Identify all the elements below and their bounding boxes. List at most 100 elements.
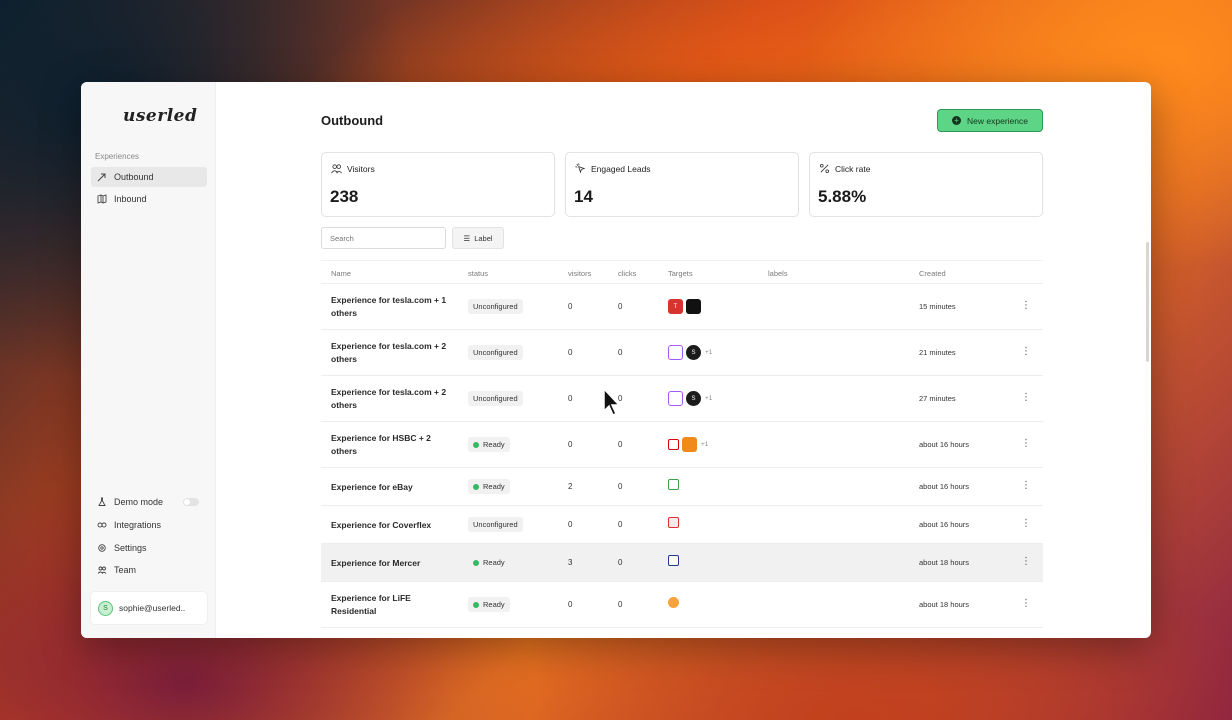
table-row[interactable]: Experience for tesla.com + 2 others Unco… xyxy=(321,330,1043,376)
row-menu-icon[interactable]: ⋮ xyxy=(1021,438,1031,449)
sidebar-item-label: Demo mode xyxy=(114,497,164,507)
sidebar-item-label: Inbound xyxy=(114,194,147,204)
visitors-count: 0 xyxy=(568,520,573,529)
row-menu-icon[interactable]: ⋮ xyxy=(1021,300,1031,311)
sidebar-item-integrations[interactable]: Integrations xyxy=(91,515,207,535)
target-logo-icon xyxy=(668,597,679,608)
created-time: about 16 hours xyxy=(919,440,970,449)
sidebar: userled Experiences Outbound Inbound Dem… xyxy=(81,82,216,638)
status-badge: Ready xyxy=(468,597,510,612)
sidebar-item-outbound[interactable]: Outbound xyxy=(91,167,207,187)
label-filter-button[interactable]: ☰ Label xyxy=(452,227,504,249)
ready-status-icon xyxy=(473,483,479,490)
stat-label: Click rate xyxy=(835,163,871,174)
column-header-clicks[interactable]: clicks xyxy=(618,269,636,278)
clicks-count: 0 xyxy=(618,482,623,491)
visitors-count: 0 xyxy=(568,348,573,357)
row-menu-icon[interactable]: ⋮ xyxy=(1021,346,1031,357)
experience-name[interactable]: Experience for Coverflex xyxy=(331,519,451,532)
target-logo-icon: S xyxy=(686,391,701,406)
stat-value: 5.88% xyxy=(818,187,867,206)
status-text: Unconfigured xyxy=(473,348,518,357)
status-text: Unconfigured xyxy=(473,520,518,529)
new-experience-button[interactable]: + New experience xyxy=(937,109,1043,132)
new-experience-label: New experience xyxy=(967,115,1028,126)
row-menu-icon[interactable]: ⋮ xyxy=(1021,598,1031,609)
table-header: Name status visitors clicks Targets labe… xyxy=(321,260,1043,284)
table-row[interactable]: Experience for eBay Ready 2 0 about 16 h… xyxy=(321,468,1043,506)
targets-list[interactable]: S +1 xyxy=(668,391,712,406)
targets-list[interactable]: +1 xyxy=(668,437,708,452)
table-row[interactable]: Experience for Mercer Ready 3 0 about 18… xyxy=(321,544,1043,582)
table-row[interactable]: Experience for tesla.com + 1 others Unco… xyxy=(321,284,1043,330)
mouse-cursor-icon xyxy=(603,388,621,417)
created-time: about 16 hours xyxy=(919,520,970,529)
userled-logo: userled xyxy=(123,106,198,126)
created-time: about 16 hours xyxy=(919,482,970,491)
target-logo-icon xyxy=(668,517,679,528)
status-badge: Unconfigured xyxy=(468,345,523,360)
sidebar-item-inbound[interactable]: Inbound xyxy=(91,189,207,209)
targets-list[interactable] xyxy=(668,555,683,566)
status-text: Unconfigured xyxy=(473,302,518,311)
column-header-targets[interactable]: Targets xyxy=(668,269,693,278)
target-logo-icon: S xyxy=(686,345,701,360)
sidebar-item-team[interactable]: Team xyxy=(91,560,207,580)
column-header-created[interactable]: Created xyxy=(919,269,946,278)
table-row[interactable]: Experience for tesla.com + 2 others Unco… xyxy=(321,376,1043,422)
experience-name[interactable]: Experience for eBay xyxy=(331,481,451,494)
table-row[interactable]: Experience for Coverflex Unconfigured 0 … xyxy=(321,506,1043,544)
table-row[interactable]: Experience for LiFE Residential Ready 0 … xyxy=(321,582,1043,628)
row-menu-icon[interactable]: ⋮ xyxy=(1021,518,1031,529)
avatar: S xyxy=(98,600,113,616)
table-row[interactable]: Experience for HSBC + 2 others Ready 0 0… xyxy=(321,422,1043,468)
target-logo-icon xyxy=(668,391,683,406)
stat-label: Visitors xyxy=(347,163,375,174)
column-header-status[interactable]: status xyxy=(468,269,488,278)
target-logo-icon: T xyxy=(668,299,683,314)
status-text: Ready xyxy=(483,600,505,609)
gear-icon xyxy=(98,544,106,552)
targets-list[interactable]: T xyxy=(668,299,705,314)
visitors-icon xyxy=(331,164,342,174)
column-header-name[interactable]: Name xyxy=(331,269,351,278)
status-badge: Ready xyxy=(468,437,510,452)
experience-name[interactable]: Experience for tesla.com + 2 others xyxy=(331,386,451,411)
demo-mode-toggle[interactable] xyxy=(183,498,199,506)
targets-list[interactable]: S +1 xyxy=(668,345,712,360)
row-menu-icon[interactable]: ⋮ xyxy=(1021,556,1031,567)
flask-icon xyxy=(98,497,106,506)
row-menu-icon[interactable]: ⋮ xyxy=(1021,392,1031,403)
more-targets-count: +1 xyxy=(705,395,713,402)
targets-list[interactable] xyxy=(668,479,683,490)
target-logo-icon xyxy=(668,345,683,360)
more-targets-count: +1 xyxy=(705,349,713,356)
status-badge: Unconfigured xyxy=(468,517,523,532)
team-icon xyxy=(97,566,107,574)
percent-icon xyxy=(819,163,830,174)
experience-name[interactable]: Experience for HSBC + 2 others xyxy=(331,432,451,457)
sidebar-item-label: Settings xyxy=(114,543,147,553)
target-logo-icon xyxy=(668,439,679,450)
experience-name[interactable]: Experience for LiFE Residential xyxy=(331,592,451,617)
ready-status-icon xyxy=(473,601,479,608)
user-account[interactable]: S sophie@userled.. xyxy=(91,592,207,624)
row-menu-icon[interactable]: ⋮ xyxy=(1021,480,1031,491)
column-header-visitors[interactable]: visitors xyxy=(568,269,591,278)
stat-value: 14 xyxy=(574,187,593,206)
status-badge: Unconfigured xyxy=(468,299,523,314)
target-logo-icon xyxy=(668,555,679,566)
targets-list[interactable] xyxy=(668,517,683,528)
map-icon xyxy=(97,194,107,204)
experience-name[interactable]: Experience for tesla.com + 2 others xyxy=(331,340,451,365)
experience-name[interactable]: Experience for Mercer xyxy=(331,557,451,570)
column-header-labels[interactable]: labels xyxy=(768,269,788,278)
sidebar-item-settings[interactable]: Settings xyxy=(91,538,207,558)
targets-list[interactable] xyxy=(668,597,683,608)
visitors-count: 0 xyxy=(568,302,573,311)
sidebar-item-demo-mode[interactable]: Demo mode xyxy=(91,492,207,512)
search-input[interactable] xyxy=(321,227,446,249)
plus-icon: + xyxy=(952,116,962,125)
experience-name[interactable]: Experience for tesla.com + 1 others xyxy=(331,294,451,319)
scrollbar[interactable] xyxy=(1146,242,1149,362)
